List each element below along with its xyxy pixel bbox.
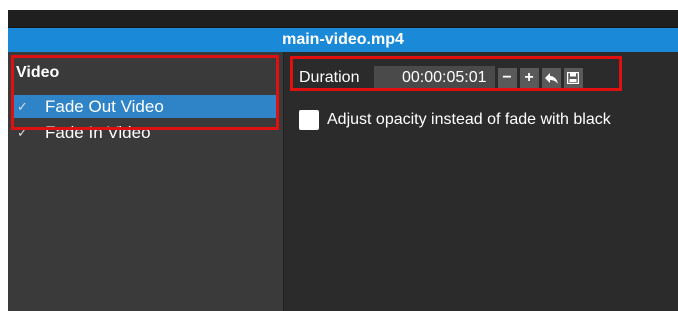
checkmark-icon: ✓ [17, 98, 28, 114]
window-title: main-video.mp4 [8, 28, 678, 52]
duration-row: Duration 00:00:05:01 − + [296, 64, 583, 92]
undo-arrow-icon [544, 72, 558, 84]
video-effects-window: main-video.mp4 Video ✓ Fade Out Video ✓ … [8, 10, 678, 311]
save-icon [567, 72, 580, 84]
opacity-option-label: Adjust opacity instead of fade with blac… [327, 111, 611, 128]
checkmark-icon: ✓ [17, 124, 28, 140]
sidebar-item-label: Fade Out Video [45, 96, 164, 116]
top-strip [8, 10, 678, 28]
duration-label: Duration [299, 69, 360, 86]
category-header: Video [16, 64, 60, 81]
sidebar-item-label: Fade In Video [45, 122, 151, 142]
sidebar-item-fade-out-video[interactable]: ✓ Fade Out Video [11, 95, 277, 118]
duration-input[interactable]: 00:00:05:01 [374, 65, 495, 91]
increase-button[interactable]: + [519, 67, 539, 89]
opacity-option-row: Adjust opacity instead of fade with blac… [299, 110, 611, 130]
opacity-checkbox[interactable] [299, 110, 319, 130]
sidebar-item-fade-in-video[interactable]: ✓ Fade In Video [11, 121, 277, 144]
properties-panel: Duration 00:00:05:01 − + Adjust opacity … [284, 52, 678, 311]
decrease-button[interactable]: − [497, 67, 517, 89]
save-button[interactable] [563, 67, 583, 89]
effects-sidebar: Video ✓ Fade Out Video ✓ Fade In Video [8, 52, 284, 311]
reset-button[interactable] [541, 67, 561, 89]
